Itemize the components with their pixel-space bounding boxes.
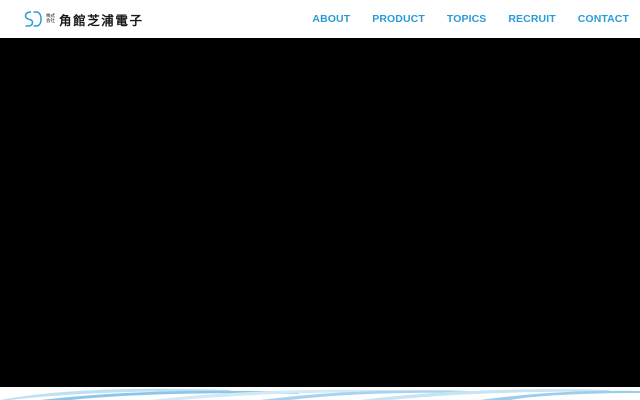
- nav-topics[interactable]: TOPICS: [447, 13, 487, 25]
- wave-graphic: [0, 388, 640, 400]
- nav-recruit[interactable]: RECRUIT: [508, 13, 555, 25]
- company-name: 角館芝浦電子: [59, 12, 144, 28]
- company-type-label: 株式 会社: [46, 10, 55, 28]
- nav-contact[interactable]: CONTACT: [578, 13, 629, 25]
- nav-product[interactable]: PRODUCT: [372, 13, 425, 25]
- hero-video[interactable]: [0, 38, 640, 387]
- site-header: 株式 会社 角館芝浦電子 ABOUT PRODUCT TOPICS RECRUI…: [0, 0, 640, 38]
- main-nav: ABOUT PRODUCT TOPICS RECRUIT CONTACT: [312, 13, 629, 25]
- wave-decoration: [0, 387, 640, 400]
- sd-logo-icon: [24, 11, 42, 27]
- site-logo[interactable]: 株式 会社 角館芝浦電子: [24, 8, 144, 30]
- nav-about[interactable]: ABOUT: [312, 13, 350, 25]
- company-type-bottom: 会社: [46, 19, 55, 24]
